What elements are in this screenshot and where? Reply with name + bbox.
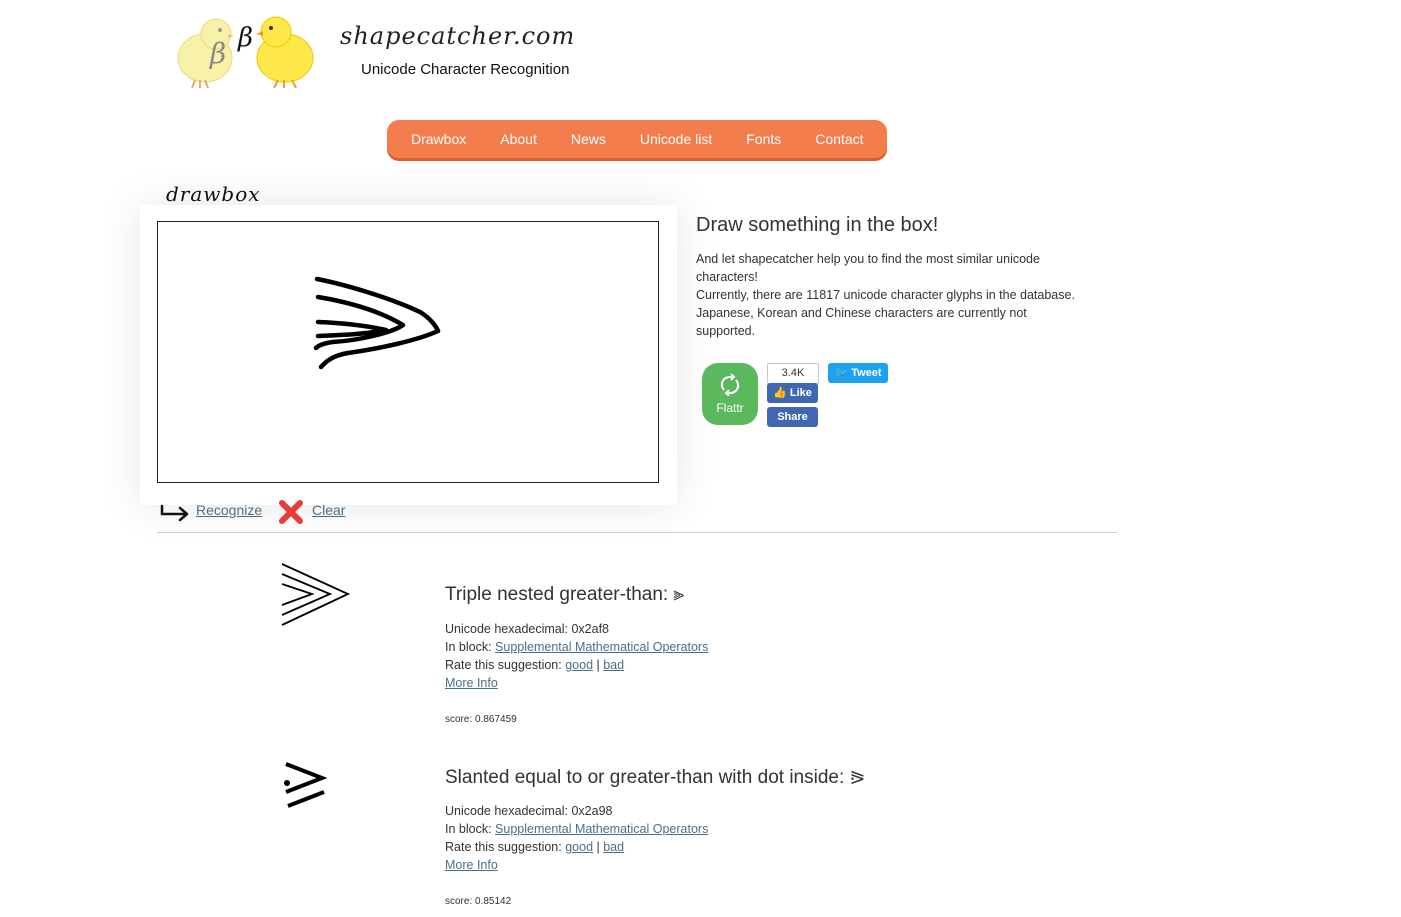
result-glyph-preview [270,556,370,636]
site-title[interactable]: shapecatcher.com [340,22,575,50]
rate-separator: | [593,840,604,854]
section-divider [157,532,1117,533]
result-more-info-row: More Info [445,676,498,690]
main-nav: Drawbox About News Unicode list Fonts Co… [387,120,887,158]
svg-text:β: β [237,23,253,53]
intro-line: supported. [696,324,756,338]
tweet-label: Tweet [851,367,882,379]
site-logo[interactable]: β β [170,8,330,90]
drawbox-title: drawbox [166,182,261,206]
result-score: score: 0.85142 [445,896,512,907]
result-rate-row: Rate this suggestion: good | bad [445,658,624,672]
intro-line: Currently, there are 11817 unicode chara… [696,288,1075,302]
chick-logo-icon: β β [177,16,314,89]
result-block-link[interactable]: Supplemental Mathematical Operators [495,640,708,654]
intro-line: And let shapecatcher help you to find th… [696,252,1040,266]
thumbs-up-icon: 👍 [773,387,787,399]
rate-separator: | [593,658,604,672]
result-rate-prefix: Rate this suggestion: [445,840,566,854]
twitter-bird-icon: 🐦 [834,367,849,379]
triple-greater-than-glyph-icon [281,563,351,626]
result-more-info-row: More Info [445,858,498,872]
result-title: Triple nested greater-than: ⫸ [445,584,685,605]
nav-item-unicode-list[interactable]: Unicode list [623,131,729,147]
result-hex: Unicode hexadecimal: 0x2af8 [445,622,609,636]
recognize-arrow-icon[interactable] [159,502,191,526]
facebook-like-label: Like [789,387,812,399]
svg-text:β: β [209,37,226,70]
intro-text: And let shapecatcher help you to find th… [696,250,1096,340]
nav-item-drawbox[interactable]: Drawbox [394,131,483,147]
nav-item-fonts[interactable]: Fonts [729,131,798,147]
nav-item-about[interactable]: About [483,131,554,147]
result-block-prefix: In block: [445,822,496,836]
nav-item-contact[interactable]: Contact [798,131,880,147]
slanted-greater-than-dot-glyph-icon [284,762,328,808]
tweet-button[interactable]: 🐦 Tweet [828,363,888,383]
intro-heading: Draw something in the box! [696,214,939,236]
result-score: score: 0.867459 [445,714,517,725]
rate-bad-link[interactable]: bad [603,658,624,672]
flattr-button[interactable]: Flattr [702,363,758,425]
result-rate-row: Rate this suggestion: good | bad [445,840,624,854]
recognize-button[interactable]: Recognize [196,502,262,518]
clear-x-icon[interactable] [278,499,304,529]
clear-button[interactable]: Clear [312,502,345,518]
result-glyph-preview [270,748,370,828]
drawing-canvas[interactable] [157,221,659,483]
rate-bad-link[interactable]: bad [603,840,624,854]
result-hex: Unicode hexadecimal: 0x2a98 [445,804,613,818]
facebook-like-count: 3.4K [767,363,819,384]
result-rate-prefix: Rate this suggestion: [445,658,566,672]
more-info-link[interactable]: More Info [445,676,498,690]
result-block-row: In block: Supplemental Mathematical Oper… [445,822,708,836]
intro-line: characters! [696,270,758,284]
result-title: Slanted equal to or greater-than with do… [445,767,866,788]
nav-item-news[interactable]: News [554,131,623,147]
intro-line: Japanese, Korean and Chinese characters … [696,306,1027,320]
facebook-like-button[interactable]: 👍 Like [767,383,818,403]
result-block-row: In block: Supplemental Mathematical Oper… [445,640,708,654]
result-block-prefix: In block: [445,640,496,654]
flattr-icon [720,374,740,396]
user-drawing [313,276,441,370]
result-block-link[interactable]: Supplemental Mathematical Operators [495,822,708,836]
rate-good-link[interactable]: good [565,658,593,672]
flattr-label: Flattr [716,401,744,415]
facebook-share-button[interactable]: Share [767,407,818,427]
more-info-link[interactable]: More Info [445,858,498,872]
rate-good-link[interactable]: good [565,840,593,854]
site-subtitle: Unicode Character Recognition [361,61,570,78]
